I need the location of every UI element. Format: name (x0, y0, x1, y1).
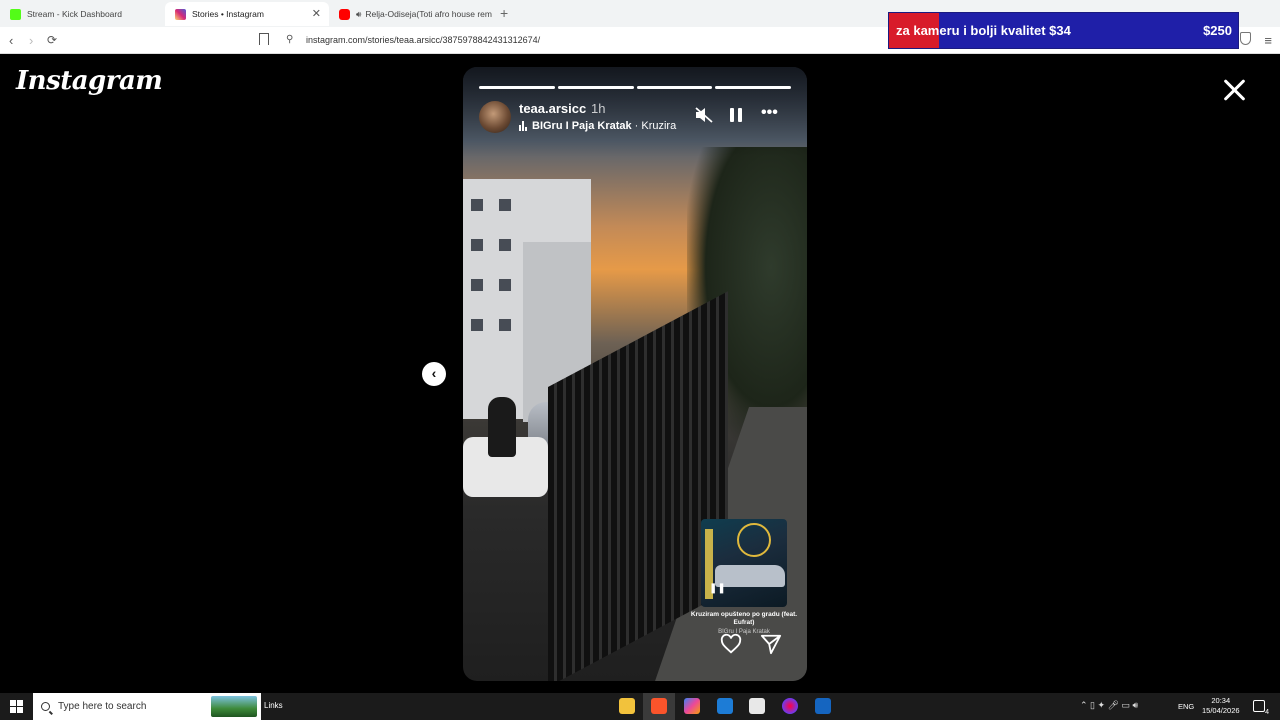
heart-icon[interactable] (720, 633, 742, 655)
pedestrian (488, 397, 516, 457)
story-music-info[interactable]: BIGru I Paja Kratak · Kruzira (519, 120, 679, 132)
language-indicator[interactable]: ENG (1178, 702, 1194, 711)
notification-icon[interactable]: 4 (1253, 700, 1269, 716)
music-song: · Kruzira (634, 120, 677, 132)
brave-shield-icon[interactable] (1240, 32, 1251, 45)
share-icon[interactable] (760, 633, 782, 655)
alert-goal: $250 (1203, 23, 1232, 38)
windows-taskbar: Type here to search Links ⌃ ▯ ✦ 🎤︎ ▭ 🔊︎ … (0, 693, 1280, 720)
youtube-favicon-icon (339, 8, 350, 20)
story-progress-segment (479, 86, 555, 89)
back-icon[interactable]: ‹ (9, 33, 13, 48)
close-icon[interactable] (1222, 78, 1246, 102)
search-highlight-image (211, 696, 257, 717)
story-progress-fill (479, 86, 555, 89)
system-clock[interactable]: 20:34 15/04/2026 (1202, 696, 1240, 716)
story-progress-bar (479, 86, 791, 89)
bookmark-icon[interactable] (259, 33, 269, 45)
reload-icon[interactable]: ⟳ (47, 33, 57, 47)
brave-browser-icon[interactable] (651, 698, 667, 714)
more-icon[interactable]: ••• (761, 104, 778, 122)
story-progress-segment (715, 86, 791, 89)
speaker-icon: 🔊︎ (356, 8, 362, 19)
tab-youtube[interactable]: 🔊︎ Relja-Odiseja(Toti afro house rem (329, 2, 494, 26)
windows-start-icon[interactable] (10, 700, 23, 713)
notification-count: 4 (1265, 709, 1269, 716)
tab-kick-dashboard[interactable]: Stream - Kick Dashboard (0, 2, 165, 26)
url-field[interactable]: instagram.com/stories/teaa.arsicc/387597… (306, 35, 540, 45)
story-username[interactable]: teaa.arsicc (519, 101, 586, 116)
clock-time: 20:34 (1211, 696, 1231, 705)
forward-icon[interactable]: › (29, 33, 33, 48)
sticker-pause-icon[interactable]: ❚❚ (709, 583, 726, 594)
clock-date: 15/04/2026 (1202, 706, 1240, 715)
search-placeholder: Type here to search (58, 701, 147, 712)
music-artist: BIGru I Paja Kratak (532, 120, 632, 132)
links-toolbar[interactable]: Links (264, 701, 283, 710)
story-progress-segment (557, 86, 634, 89)
pause-icon[interactable] (730, 107, 742, 123)
store-icon[interactable] (815, 698, 831, 714)
copilot-icon[interactable] (684, 698, 700, 714)
story-header-shade (463, 67, 807, 157)
obs-icon[interactable] (782, 698, 798, 714)
story-viewer[interactable]: teaa.arsicc 1h BIGru I Paja Kratak · Kru… (463, 67, 807, 681)
system-tray-icons[interactable]: ⌃ ▯ ✦ 🎤︎ ▭ 🔊︎ (1080, 700, 1138, 711)
mute-icon[interactable] (695, 107, 713, 123)
story-progress-fill (715, 86, 791, 89)
file-explorer-icon[interactable] (619, 698, 635, 714)
story-progress-fill (636, 86, 713, 89)
sticker-emblem (737, 523, 771, 557)
alert-text: za kameru i bolji kvalitet $34 (896, 23, 1071, 38)
sticker-artist: BIGru I Paja Kratak (718, 629, 770, 635)
instagram-logo[interactable]: Instagram (16, 66, 163, 96)
kick-favicon-icon (10, 8, 21, 20)
music-sticker[interactable]: ❚❚ (701, 519, 787, 607)
equalizer-icon (519, 121, 527, 131)
previous-story-icon[interactable]: ‹ (422, 362, 446, 386)
tab-instagram-stories[interactable]: Stories • Instagram ✕ (165, 2, 329, 26)
app-icon[interactable] (717, 698, 733, 714)
instagram-favicon-icon (175, 8, 186, 20)
site-info-icon[interactable]: ⚲ (286, 34, 293, 45)
sticker-song-title: Kruziram opušteno po gradu (feat. Eufrat… (690, 611, 798, 626)
tab-title: Stories • Instagram (192, 9, 264, 19)
tab-title: Stream - Kick Dashboard (27, 9, 122, 19)
story-progress-fill (557, 86, 634, 89)
taskbar-search[interactable]: Type here to search (33, 693, 261, 720)
menu-icon[interactable]: ≡ (1264, 33, 1272, 48)
story-progress-segment (636, 86, 713, 89)
avatar[interactable] (479, 101, 511, 133)
search-icon (41, 702, 50, 711)
new-tab-icon[interactable]: + (500, 5, 508, 21)
capcut-icon[interactable] (749, 698, 765, 714)
close-tab-icon[interactable]: ✕ (312, 7, 321, 20)
tab-title: Relja-Odiseja(Toti afro house rem (365, 9, 492, 19)
donation-alert-banner: za kameru i bolji kvalitet $34 $250 (888, 12, 1239, 49)
story-time: 1h (591, 101, 606, 116)
